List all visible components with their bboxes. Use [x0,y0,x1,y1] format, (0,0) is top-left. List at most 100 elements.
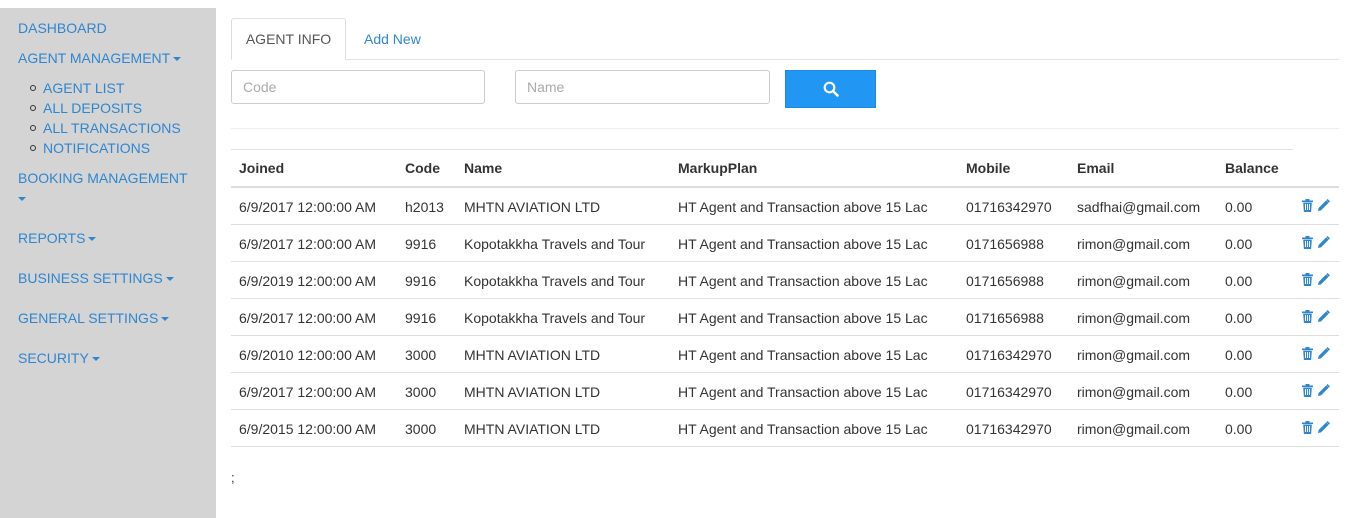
pencil-icon[interactable] [1317,235,1330,249]
search-button[interactable] [785,70,876,108]
table-row: 6/9/2019 12:00:00 AM 9916 Kopotakkha Trave… [231,262,1339,299]
table-row: 6/9/2015 12:00:00 AM 3000 MHTN AVIATION LT… [231,410,1339,447]
cell-code: 9916 [405,273,437,289]
trash-icon[interactable] [1301,272,1314,286]
cell-joined: 6/9/2017 12:00:00 AM [239,236,376,252]
sidebar-subitem-notifications[interactable]: NOTIFICATIONS [30,140,150,156]
sidebar-subitem-all-deposits[interactable]: ALL DEPOSITS [30,100,142,116]
cell-mobile: 01716342970 [966,199,1052,215]
trash-icon[interactable] [1301,235,1314,249]
sidebar-item-dashboard[interactable]: DASHBOARD [18,20,107,36]
cell-mobile: 0171656988 [966,236,1044,252]
cell-email: rimon@gmail.com [1077,347,1191,363]
cell-email: rimon@gmail.com [1077,384,1191,400]
sidebar-item-business-settings[interactable]: BUSINESS SETTINGS [18,270,174,286]
bullet-icon [30,145,36,152]
cell-email: rimon@gmail.com [1077,421,1191,437]
cell-email: rimon@gmail.com [1077,273,1191,289]
cell-markupplan: HT Agent and Transaction above 15 Lac [678,273,928,289]
column-header-mobile: Mobile [966,160,1011,176]
cell-name: MHTN AVIATION LTD [464,421,601,437]
column-header-code: Code [405,160,440,176]
cell-markupplan: HT Agent and Transaction above 15 Lac [678,199,928,215]
cell-code: h2013 [405,199,444,215]
section-divider [231,128,1339,129]
cell-email: rimon@gmail.com [1077,310,1191,326]
cell-markupplan: HT Agent and Transaction above 15 Lac [678,236,928,252]
sidebar-item-security[interactable]: SECURITY [18,350,100,366]
sidebar-item-general-settings[interactable]: GENERAL SETTINGS [18,310,170,326]
cell-name: Kopotakkha Travels and Tour [464,273,646,289]
caret-down-icon [165,277,174,282]
cell-balance: 0.00 [1225,273,1253,289]
row-actions [1301,383,1330,397]
cell-email: sadfhai@gmail.com [1077,199,1201,215]
column-header-markupplan: MarkupPlan [678,160,758,176]
table-row: 6/9/2017 12:00:00 AM 3000 MHTN AVIATION LT… [231,373,1339,410]
name-input[interactable] [515,70,770,104]
table-top-border [231,149,1293,150]
cell-name: Kopotakkha Travels and Tour [464,236,646,252]
sidebar-item-booking-management[interactable]: BOOKING MANAGEMENT [18,170,188,186]
tab-agent-info[interactable]: AGENT INFO [231,18,346,60]
cell-mobile: 0171656988 [966,273,1044,289]
cell-code: 3000 [405,347,437,363]
cell-balance: 0.00 [1225,347,1253,363]
row-actions [1301,235,1330,249]
footer-text: ; [231,470,235,485]
row-actions [1301,309,1330,323]
column-header-name: Name [464,160,503,176]
bullet-icon [30,105,36,112]
pencil-icon[interactable] [1317,346,1330,360]
pencil-icon[interactable] [1317,198,1330,212]
cell-name: MHTN AVIATION LTD [464,347,601,363]
pencil-icon[interactable] [1317,272,1330,286]
row-actions [1301,198,1330,212]
trash-icon[interactable] [1301,198,1314,212]
cell-markupplan: HT Agent and Transaction above 15 Lac [678,421,928,437]
tab-add-new[interactable]: Add New [364,31,421,47]
table-row: 6/9/2017 12:00:00 AM 9916 Kopotakkha Trave… [231,225,1339,262]
cell-joined: 6/9/2017 12:00:00 AM [239,310,376,326]
bullet-icon [30,85,36,92]
cell-mobile: 01716342970 [966,384,1052,400]
row-actions [1301,272,1330,286]
bullet-icon [30,125,36,132]
column-header-joined: Joined [239,160,285,176]
cell-code: 9916 [405,236,437,252]
pencil-icon[interactable] [1317,383,1330,397]
pencil-icon[interactable] [1317,309,1330,323]
cell-markupplan: HT Agent and Transaction above 15 Lac [678,310,928,326]
trash-icon[interactable] [1301,383,1314,397]
trash-icon[interactable] [1301,309,1314,323]
search-icon [823,81,839,97]
cell-balance: 0.00 [1225,384,1253,400]
table-row: 6/9/2017 12:00:00 AM 9916 Kopotakkha Trave… [231,299,1339,336]
cell-joined: 6/9/2010 12:00:00 AM [239,347,376,363]
cell-code: 3000 [405,384,437,400]
caret-down-icon [161,317,170,322]
sidebar-subitem-agent-list[interactable]: AGENT LIST [30,80,124,96]
caret-down-icon [173,57,182,62]
cell-balance: 0.00 [1225,421,1253,437]
cell-mobile: 01716342970 [966,347,1052,363]
cell-joined: 6/9/2019 12:00:00 AM [239,273,376,289]
cell-balance: 0.00 [1225,236,1253,252]
table-row: 6/9/2017 12:00:00 AM h2013 MHTN AVIATION L… [231,188,1339,225]
sidebar-item-reports[interactable]: REPORTS [18,230,97,246]
cell-balance: 0.00 [1225,310,1253,326]
cell-markupplan: HT Agent and Transaction above 15 Lac [678,347,928,363]
trash-icon[interactable] [1301,346,1314,360]
code-input[interactable] [231,70,485,104]
pencil-icon[interactable] [1317,420,1330,434]
cell-joined: 6/9/2015 12:00:00 AM [239,421,376,437]
cell-markupplan: HT Agent and Transaction above 15 Lac [678,384,928,400]
cell-name: MHTN AVIATION LTD [464,384,601,400]
caret-down-icon [88,237,97,242]
cell-joined: 6/9/2017 12:00:00 AM [239,199,376,215]
column-header-email: Email [1077,160,1115,176]
trash-icon[interactable] [1301,420,1314,434]
sidebar-subitem-all-transactions[interactable]: ALL TRANSACTIONS [30,120,181,136]
cell-joined: 6/9/2017 12:00:00 AM [239,384,376,400]
sidebar-item-agent-management[interactable]: AGENT MANAGEMENT [18,50,182,66]
